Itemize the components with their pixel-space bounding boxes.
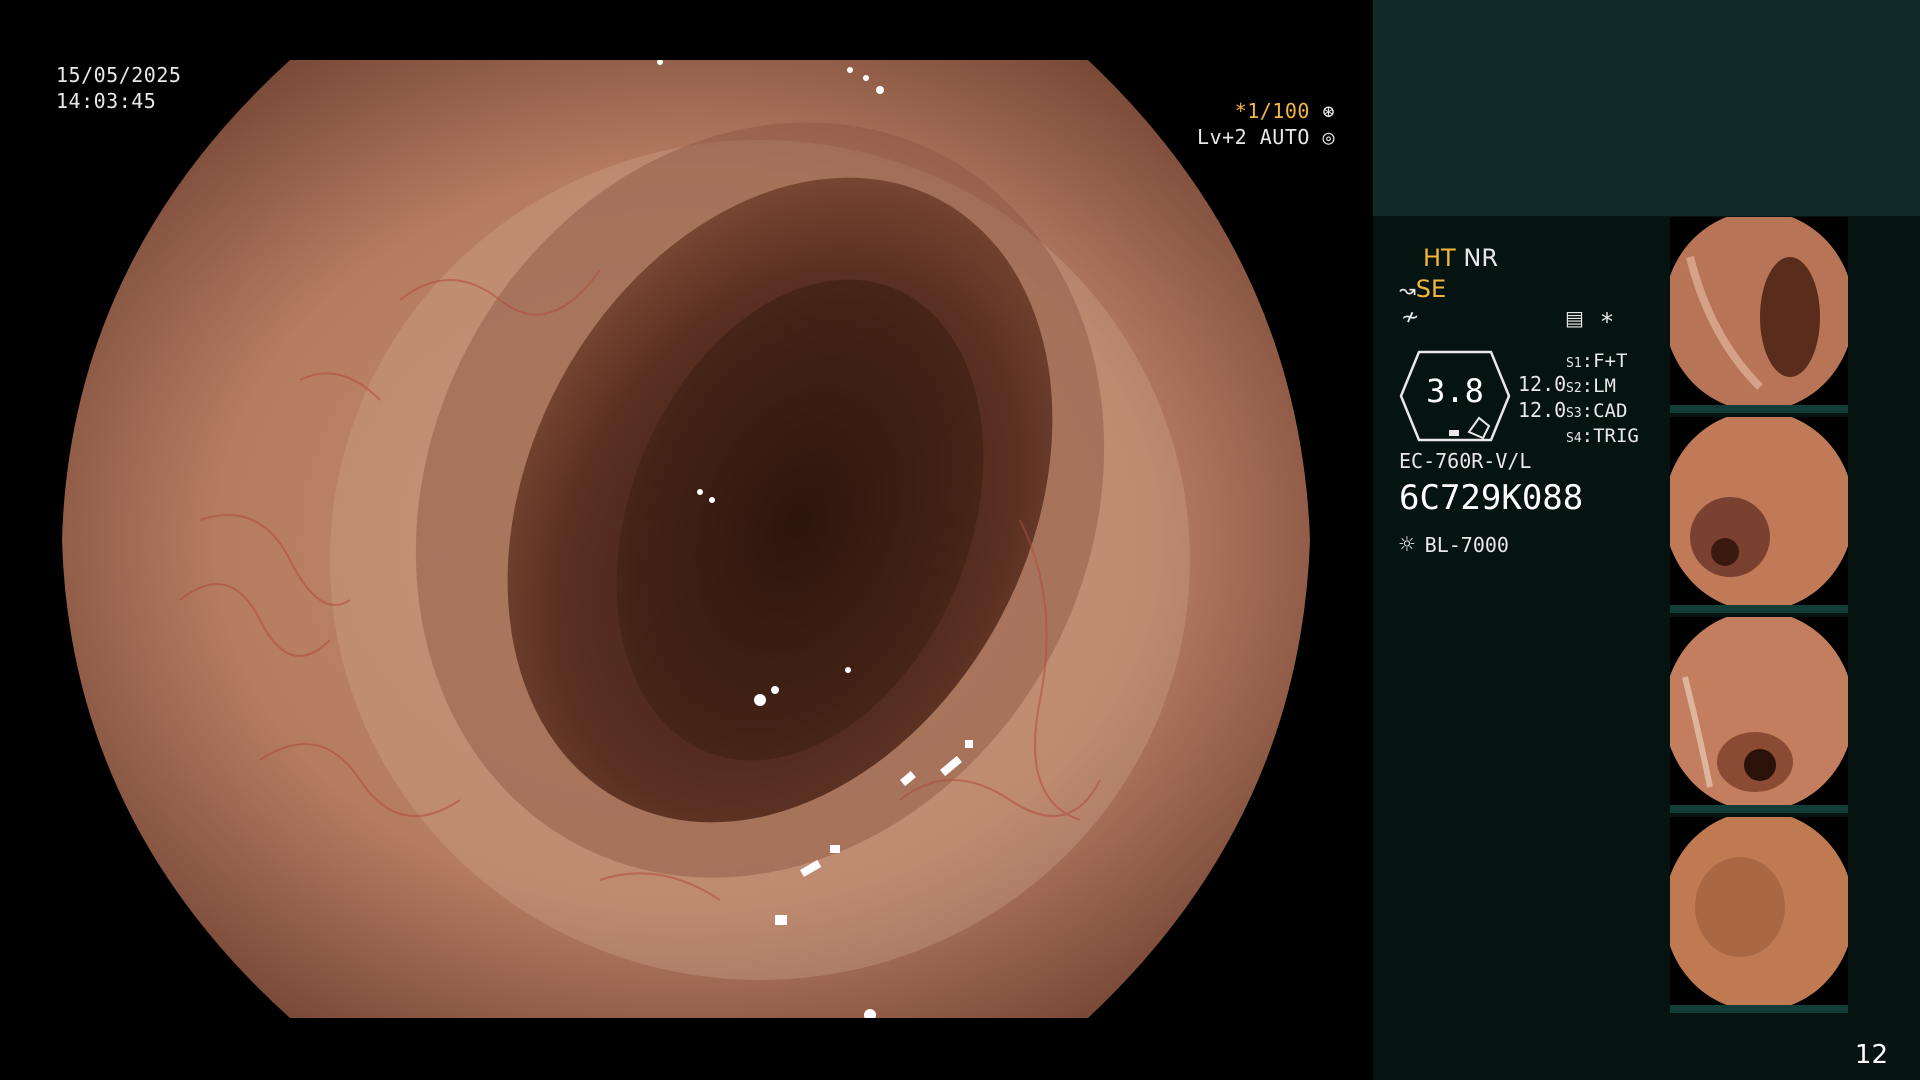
thumbnail-divider <box>1670 805 1848 813</box>
time-text: 14:03:45 <box>56 89 157 113</box>
mode-line-1: HT NR <box>1423 244 1498 272</box>
scope-serial-text: 6C729K088 <box>1399 478 1584 518</box>
thumbnail-divider <box>1670 405 1848 413</box>
capture-thumbnail-1[interactable] <box>1670 217 1848 405</box>
scope-model-text: EC-760R-V/L <box>1399 449 1532 473</box>
se-mode-text: SE <box>1415 275 1447 303</box>
memory-icon: ▤ <box>1565 306 1584 330</box>
nr-mode-text: NR <box>1463 244 1498 272</box>
page-number: 12 <box>1854 1040 1888 1070</box>
light-bulb-icon: ☼ <box>1399 530 1415 560</box>
level-text: Lv+2 AUTO <box>1197 125 1310 149</box>
switch-slot-3: S3:CAD <box>1566 400 1628 422</box>
switch-slot-1: S1:F+T <box>1566 350 1628 372</box>
shutter-text: *1/100 <box>1234 99 1310 123</box>
capture-thumbnail-3[interactable] <box>1670 617 1848 805</box>
switch-slot-2: S2:LM <box>1566 375 1616 397</box>
light-source: ☼ BL-7000 <box>1399 530 1509 560</box>
thumbnail-image <box>1670 817 1848 1005</box>
freeze-icon: ≁ <box>1401 305 1420 330</box>
endoscope-view: 15/05/2025 14:03:45 *1/100 ⊛ Lv+2 AUTO ◎ <box>0 0 1373 1080</box>
datetime-readout: 15/05/2025 14:03:45 <box>56 62 181 114</box>
colon-lumen-image <box>62 60 1310 1018</box>
thumbnail-image <box>1670 217 1848 405</box>
thumbnail-image <box>1670 417 1848 605</box>
enhance-icon: ↝ <box>1399 278 1416 302</box>
light-source-text: BL-7000 <box>1424 533 1509 557</box>
thumbnail-divider <box>1670 605 1848 613</box>
hexagon-value: 3.8 <box>1426 372 1484 410</box>
capture-thumbnail-4[interactable] <box>1670 817 1848 1005</box>
side-value-1: 12.0 <box>1518 372 1567 396</box>
mode-line-2: ↝SE <box>1399 275 1446 303</box>
exposure-readout: *1/100 ⊛ Lv+2 AUTO ◎ <box>1197 98 1335 150</box>
thumbnail-image <box>1670 617 1848 805</box>
side-value-2: 12.0 <box>1518 398 1567 422</box>
switch-slot-4: S4:TRIG <box>1566 425 1639 447</box>
panel-header-area <box>1373 0 1920 216</box>
status-panel: HT NR ↝SE ≁ ▤ * 3.8 12.0 12.0 S1:F+T S2:… <box>1373 0 1920 1080</box>
ht-mode-text: HT <box>1423 244 1456 272</box>
iris-icon: ◎ <box>1322 125 1335 149</box>
thumbnail-divider <box>1670 1005 1848 1013</box>
date-text: 15/05/2025 <box>56 63 182 87</box>
asterisk-icon: * <box>1601 308 1613 336</box>
aperture-icon: ⊛ <box>1322 99 1335 123</box>
capture-thumbnail-2[interactable] <box>1670 417 1848 605</box>
